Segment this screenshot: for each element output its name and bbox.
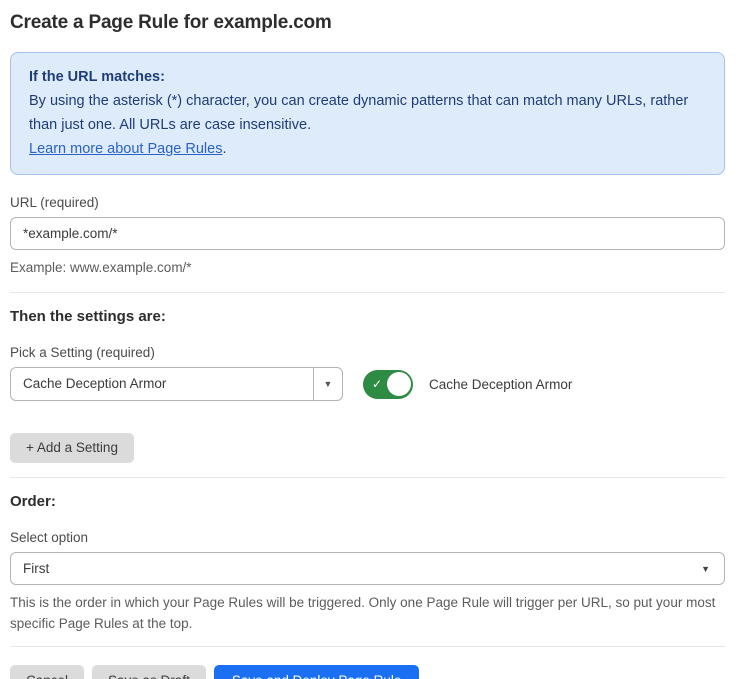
order-section-heading: Order: (10, 493, 725, 510)
divider (10, 477, 725, 478)
order-select-value: First (23, 561, 49, 576)
setting-row: Cache Deception Armor ▼ ✓ Cache Deceptio… (10, 367, 725, 401)
info-box-link-line: Learn more about Page Rules. (29, 137, 706, 161)
save-as-draft-button[interactable]: Save as Draft (92, 665, 206, 679)
footer-actions: Cancel Save as Draft Save and Deploy Pag… (10, 665, 725, 679)
url-helper-text: Example: www.example.com/* (10, 257, 725, 278)
url-input[interactable] (10, 217, 725, 250)
url-matches-info-box: If the URL matches: By using the asteris… (10, 52, 725, 175)
setting-picker-value: Cache Deception Armor (11, 368, 313, 400)
info-box-heading: If the URL matches: (29, 65, 706, 89)
check-icon: ✓ (372, 378, 382, 390)
order-select-label: Select option (10, 530, 725, 545)
setting-picker-label: Pick a Setting (required) (10, 345, 725, 360)
page-rule-form: Create a Page Rule for example.com If th… (0, 0, 750, 679)
chevron-down-icon[interactable]: ▼ (313, 368, 342, 400)
cancel-button[interactable]: Cancel (10, 665, 84, 679)
url-field-label: URL (required) (10, 195, 725, 210)
setting-picker-dropdown[interactable]: Cache Deception Armor ▼ (10, 367, 343, 401)
setting-toggle-label: Cache Deception Armor (429, 377, 572, 392)
page-title: Create a Page Rule for example.com (10, 12, 725, 34)
save-and-deploy-button[interactable]: Save and Deploy Page Rule (214, 665, 420, 679)
order-select-dropdown[interactable]: First ▼ (10, 552, 725, 585)
info-box-body: By using the asterisk (*) character, you… (29, 89, 706, 137)
setting-toggle[interactable]: ✓ (363, 370, 413, 399)
learn-more-link[interactable]: Learn more about Page Rules (29, 141, 222, 157)
divider (10, 292, 725, 293)
chevron-down-icon: ▼ (701, 564, 710, 574)
settings-section-heading: Then the settings are: (10, 308, 725, 325)
link-suffix: . (222, 141, 226, 157)
divider (10, 646, 725, 647)
add-setting-button[interactable]: + Add a Setting (10, 433, 134, 463)
order-helper-text: This is the order in which your Page Rul… (10, 592, 725, 634)
toggle-knob (387, 372, 411, 396)
